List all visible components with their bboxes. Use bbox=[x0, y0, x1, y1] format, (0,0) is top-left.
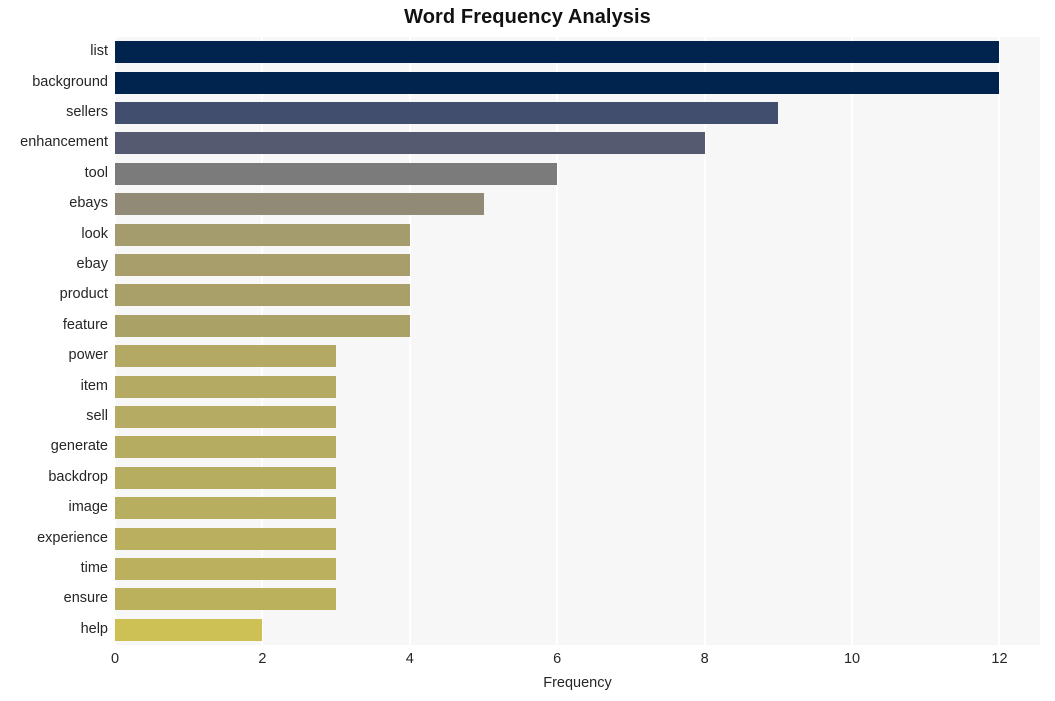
y-tick-label: sellers bbox=[66, 104, 108, 120]
x-tick-label: 2 bbox=[258, 651, 267, 667]
bar-row[interactable] bbox=[115, 71, 1040, 94]
bar[interactable] bbox=[115, 223, 410, 246]
bar-row[interactable] bbox=[115, 314, 1040, 337]
bar[interactable] bbox=[115, 618, 263, 641]
x-tick-label: 10 bbox=[843, 651, 861, 667]
y-tick-label: backdrop bbox=[48, 468, 108, 485]
bar[interactable] bbox=[115, 193, 484, 216]
x-tick-label: 4 bbox=[405, 651, 414, 667]
bar[interactable] bbox=[115, 375, 337, 398]
y-tick-label: look bbox=[81, 225, 108, 242]
bar-row[interactable] bbox=[115, 132, 1040, 155]
y-tick-label: item bbox=[80, 377, 108, 394]
bar[interactable] bbox=[115, 466, 337, 489]
bar[interactable] bbox=[115, 345, 337, 368]
x-axis-tick-labels: 0 2 4 6 8 10 12 bbox=[111, 651, 1040, 673]
bar-row[interactable] bbox=[115, 588, 1040, 611]
bar-row[interactable] bbox=[115, 102, 1040, 124]
y-axis-tick-labels: list background sellers enhancement tool ebay… bbox=[0, 37, 108, 645]
bar[interactable] bbox=[115, 254, 410, 276]
x-tick-label: 8 bbox=[700, 651, 709, 667]
bar-row[interactable] bbox=[115, 284, 1040, 307]
y-tick-label: sell bbox=[86, 408, 108, 424]
bar-row[interactable] bbox=[115, 41, 1040, 64]
bar-row[interactable] bbox=[115, 406, 1040, 428]
bar[interactable] bbox=[115, 436, 337, 459]
plot-area bbox=[114, 37, 1040, 645]
y-tick-label: product bbox=[59, 286, 108, 303]
chart-title: Word Frequency Analysis bbox=[404, 6, 651, 28]
bar[interactable] bbox=[115, 558, 337, 580]
y-tick-label: power bbox=[68, 347, 109, 364]
x-tick-label: 6 bbox=[553, 651, 562, 667]
bar-row[interactable] bbox=[115, 223, 1040, 246]
y-tick-label: enhancement bbox=[20, 134, 108, 151]
x-axis-label: Frequency bbox=[543, 675, 612, 691]
y-tick-label: list bbox=[90, 43, 108, 60]
bar[interactable] bbox=[115, 132, 705, 155]
bar-row[interactable] bbox=[115, 254, 1040, 276]
y-tick-label: background bbox=[32, 73, 108, 90]
bars-layer bbox=[115, 37, 1040, 645]
bar[interactable] bbox=[115, 497, 337, 520]
bar-row[interactable] bbox=[115, 436, 1040, 459]
y-tick-label: time bbox=[80, 560, 108, 576]
y-tick-label: experience bbox=[37, 529, 108, 546]
bar-row[interactable] bbox=[115, 558, 1040, 580]
bar-row[interactable] bbox=[115, 162, 1040, 185]
bar-row[interactable] bbox=[115, 466, 1040, 489]
x-tick-label: 0 bbox=[110, 651, 120, 667]
bar[interactable] bbox=[115, 102, 779, 124]
bar-row[interactable] bbox=[115, 345, 1040, 368]
bar[interactable] bbox=[115, 284, 410, 307]
bar[interactable] bbox=[115, 406, 337, 428]
bar[interactable] bbox=[115, 41, 1000, 64]
y-tick-label: tool bbox=[84, 164, 108, 181]
bar[interactable] bbox=[115, 162, 558, 185]
bar[interactable] bbox=[115, 588, 337, 611]
bar-row[interactable] bbox=[115, 618, 1040, 641]
y-tick-label: ebay bbox=[76, 256, 108, 272]
bar[interactable] bbox=[115, 527, 337, 550]
x-tick-label: 12 bbox=[991, 651, 1008, 667]
bar-row[interactable] bbox=[115, 527, 1040, 550]
y-tick-label: help bbox=[80, 620, 108, 637]
word-frequency-chart: Word Frequency Analysis list background se… bbox=[0, 0, 1055, 701]
y-tick-label: ensure bbox=[63, 590, 108, 607]
y-tick-label: generate bbox=[50, 438, 108, 455]
y-tick-label: ebays bbox=[69, 195, 108, 212]
y-tick-label: image bbox=[68, 499, 109, 516]
bar-row[interactable] bbox=[115, 497, 1040, 520]
bar[interactable] bbox=[115, 314, 410, 337]
bar-row[interactable] bbox=[115, 375, 1040, 398]
y-tick-label: feature bbox=[62, 316, 108, 333]
bar[interactable] bbox=[115, 71, 1000, 94]
bar-row[interactable] bbox=[115, 193, 1040, 216]
